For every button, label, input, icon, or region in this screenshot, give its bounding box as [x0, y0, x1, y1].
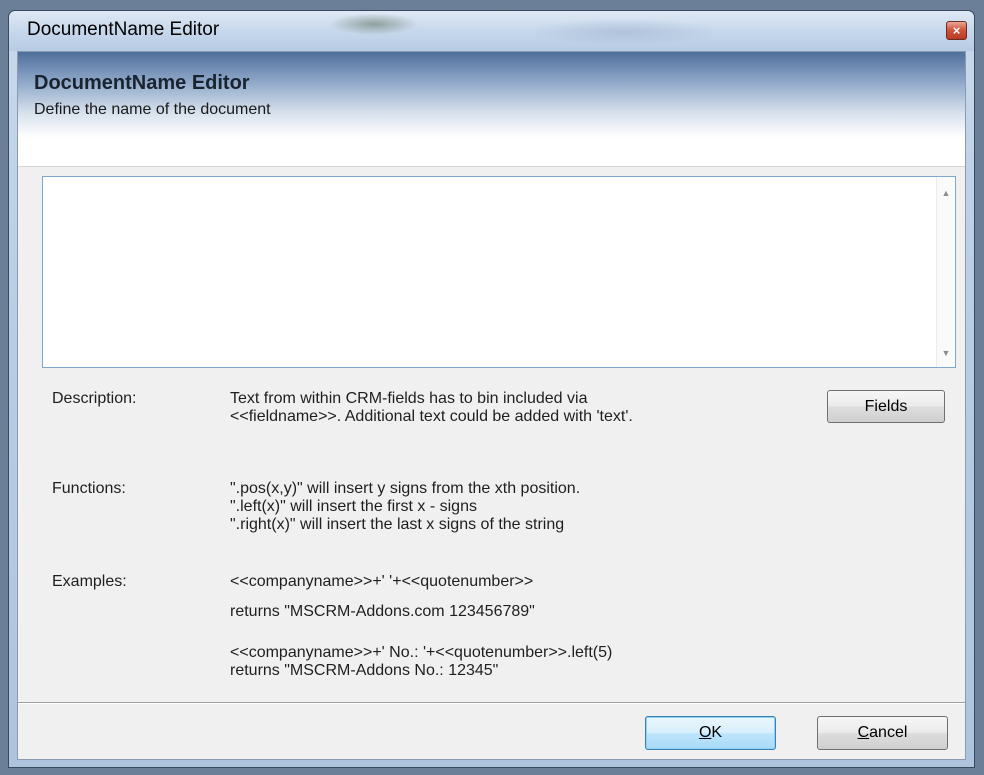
functions-text: ".pos(x,y)" will insert y signs from the… — [230, 480, 580, 534]
example-2-code: <<companyname>>+' No.: '+<<quotenumber>>… — [230, 644, 613, 661]
document-name-input[interactable] — [43, 177, 936, 367]
titlebar-background-glare — [329, 13, 419, 35]
header-title: DocumentName Editor — [34, 72, 250, 94]
functions-line: ".left(x)" will insert the first x - sig… — [230, 498, 477, 515]
functions-label: Functions: — [52, 480, 126, 497]
cancel-label-rest: ancel — [869, 724, 908, 741]
window-title: DocumentName Editor — [27, 19, 220, 40]
vertical-scrollbar[interactable]: ▲ ▼ — [936, 177, 955, 367]
ok-label-rest: K — [711, 724, 723, 741]
ok-mnemonic: O — [698, 724, 712, 741]
examples-label: Examples: — [52, 573, 127, 590]
example-1-result: returns "MSCRM-Addons.com 123456789" — [230, 603, 535, 620]
scroll-down-icon[interactable]: ▼ — [937, 345, 955, 361]
description-line: Text from within CRM-fields has to bin i… — [230, 390, 588, 407]
ok-button[interactable]: OK — [645, 716, 776, 750]
example-2: <<companyname>>+' No.: '+<<quotenumber>>… — [230, 644, 612, 680]
description-line: <<fieldname>>. Additional text could be … — [230, 408, 633, 425]
example-2-result: returns "MSCRM-Addons No.: 12345" — [230, 662, 499, 679]
close-icon[interactable]: × — [946, 21, 967, 40]
description-label: Description: — [52, 390, 137, 407]
cancel-mnemonic: C — [857, 724, 870, 741]
titlebar-background-glare — [534, 19, 714, 45]
example-1-code: <<companyname>>+' '+<<quotenumber>> — [230, 573, 534, 590]
cancel-button[interactable]: Cancel — [817, 716, 948, 750]
description-text: Text from within CRM-fields has to bin i… — [230, 390, 633, 426]
dialog-window: DocumentName Editor × DocumentName Edito… — [8, 10, 975, 768]
header-banner: DocumentName Editor Define the name of t… — [18, 52, 965, 138]
functions-line: ".right(x)" will insert the last x signs… — [230, 516, 565, 533]
document-name-editor-box: ▲ ▼ — [42, 176, 956, 368]
scroll-up-icon[interactable]: ▲ — [937, 185, 955, 201]
header-subtitle: Define the name of the document — [34, 101, 271, 118]
functions-line: ".pos(x,y)" will insert y signs from the… — [230, 480, 581, 497]
header-spacer — [18, 138, 965, 167]
dialog-client-area: DocumentName Editor Define the name of t… — [17, 51, 966, 760]
fields-button[interactable]: Fields — [827, 390, 945, 423]
title-bar[interactable]: DocumentName Editor × — [9, 11, 974, 51]
footer-divider — [18, 702, 965, 704]
